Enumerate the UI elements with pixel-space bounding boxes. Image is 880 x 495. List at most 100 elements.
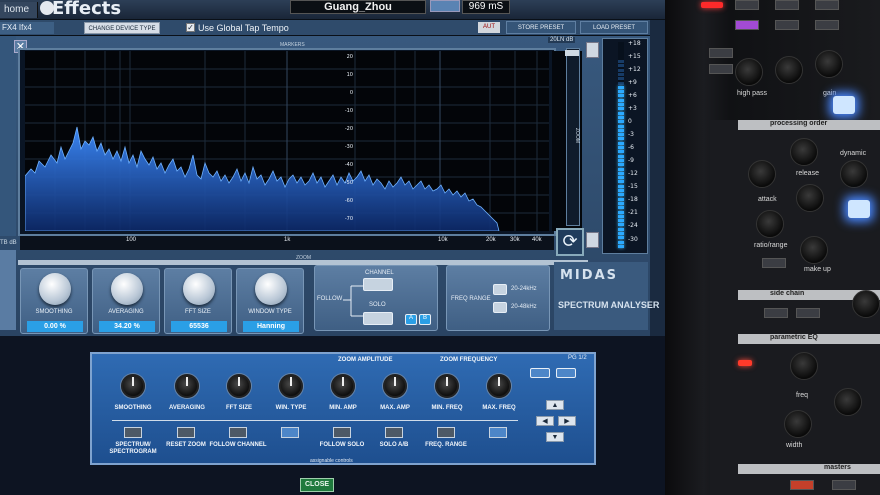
freq-tick: 40k: [532, 237, 542, 243]
hw-button[interactable]: [796, 308, 820, 318]
hw-knob[interactable]: [748, 160, 776, 188]
hw-knob[interactable]: [834, 388, 862, 416]
follow-solo-assign-button[interactable]: [333, 427, 351, 438]
page-button[interactable]: [556, 368, 576, 378]
tap-tempo-checkbox[interactable]: ✓: [186, 23, 195, 32]
max-amp-encoder[interactable]: [383, 374, 407, 398]
meter-led: [618, 133, 624, 137]
nav-up-button[interactable]: ▲: [546, 400, 564, 410]
side-button[interactable]: [586, 232, 599, 248]
window-type-value[interactable]: Hanning: [243, 321, 299, 332]
left-edge-control[interactable]: [0, 250, 16, 330]
unassigned-button[interactable]: [281, 427, 299, 438]
fft-size-encoder[interactable]: [227, 374, 251, 398]
follow-channel-button[interactable]: [363, 278, 393, 291]
side-button[interactable]: [586, 42, 599, 58]
nav-left-button[interactable]: ◀: [536, 416, 554, 426]
nav-down-button[interactable]: ▼: [546, 432, 564, 442]
freq-range-opt2-button[interactable]: [493, 302, 507, 313]
encoder-label: MAX. AMP: [380, 405, 410, 411]
hw-button[interactable]: [790, 480, 814, 490]
follow-solo-button[interactable]: [363, 312, 393, 325]
solo-label: SOLO: [369, 302, 386, 308]
fft-size-knob[interactable]: [183, 273, 215, 305]
hw-knob[interactable]: [790, 138, 818, 166]
hw-button[interactable]: [735, 0, 759, 10]
hw-blue-led[interactable]: [833, 96, 855, 114]
freq-range-assign-button[interactable]: [437, 427, 455, 438]
hw-blue-led[interactable]: [848, 200, 870, 218]
hw-knob[interactable]: [784, 410, 812, 438]
meter-led: [618, 154, 624, 158]
hw-button[interactable]: [832, 480, 856, 490]
meter-led: [618, 146, 624, 149]
hw-knob[interactable]: [756, 210, 784, 238]
meter-led: [618, 115, 624, 119]
nav-right-button[interactable]: ▶: [558, 416, 576, 426]
min-freq-encoder[interactable]: [435, 374, 459, 398]
change-device-type-button[interactable]: CHANGE DEVICE TYPE: [84, 22, 160, 34]
hw-button[interactable]: [775, 0, 799, 10]
averaging-value[interactable]: 34.20 %: [99, 321, 155, 332]
solo-a-button[interactable]: A: [405, 314, 417, 325]
spectrum-spectrogram-button[interactable]: [124, 427, 142, 438]
home-button[interactable]: home: [0, 2, 38, 18]
max-freq-encoder[interactable]: [487, 374, 511, 398]
close-button[interactable]: CLOSE: [300, 478, 334, 492]
smoothing-value[interactable]: 0.00 %: [27, 321, 83, 332]
meter-led: [618, 68, 624, 72]
spectrum-graph[interactable]: [25, 51, 549, 231]
meter-led: [618, 227, 624, 231]
smoothing-knob[interactable]: [39, 273, 71, 305]
top-bar: home Effects Guang_Zhou 969 mS: [0, 0, 665, 20]
hw-button[interactable]: [764, 308, 788, 318]
hw-button[interactable]: [815, 0, 839, 10]
min-amp-encoder[interactable]: [331, 374, 355, 398]
tap-button[interactable]: [430, 0, 460, 12]
frequency-axis: 100 1k 10k 20k 30k 40k: [20, 236, 554, 250]
scale-tick: -50: [344, 180, 353, 186]
meter-led: [618, 107, 624, 111]
meter-led: [618, 60, 624, 63]
hw-button[interactable]: [762, 258, 786, 268]
hw-knob[interactable]: [800, 236, 828, 264]
meter-tick: 0: [628, 118, 632, 125]
smoothing-encoder[interactable]: [121, 374, 145, 398]
load-preset-button[interactable]: LOAD PRESET: [580, 21, 648, 34]
hw-knob[interactable]: [815, 50, 843, 78]
unassigned-button[interactable]: [489, 427, 507, 438]
solo-ab-button[interactable]: [385, 427, 403, 438]
meter-led: [618, 85, 624, 89]
encoder-label: WIN. TYPE: [275, 405, 307, 411]
aut-button[interactable]: AUT: [478, 22, 500, 33]
hw-button[interactable]: [775, 20, 799, 30]
hw-knob[interactable]: [852, 290, 880, 318]
freq-range-opt1-button[interactable]: [493, 284, 507, 295]
hw-knob[interactable]: [796, 184, 824, 212]
meter-tick: -12: [628, 170, 638, 177]
hw-button[interactable]: [815, 20, 839, 30]
averaging-encoder[interactable]: [175, 374, 199, 398]
hw-button[interactable]: [735, 20, 759, 30]
fft-size-value[interactable]: 65536: [171, 321, 227, 332]
follow-channel-assign-button[interactable]: [229, 427, 247, 438]
reset-zoom-button[interactable]: [177, 427, 195, 438]
zoom-amplitude-thumb[interactable]: [565, 50, 579, 56]
refresh-icon[interactable]: ⟳: [556, 228, 584, 256]
solo-b-button[interactable]: B: [419, 314, 431, 325]
hw-knob[interactable]: [790, 352, 818, 380]
hw-button[interactable]: [709, 64, 733, 74]
hw-button[interactable]: [709, 48, 733, 58]
page-button[interactable]: [530, 368, 550, 378]
store-preset-button[interactable]: STORE PRESET: [506, 21, 576, 34]
meter-led: [618, 81, 624, 85]
averaging-knob[interactable]: [111, 273, 143, 305]
win-type-encoder[interactable]: [279, 374, 303, 398]
window-type-knob[interactable]: [255, 273, 287, 305]
tap-tempo-label: Use Global Tap Tempo: [198, 23, 289, 33]
encoder-label: SMOOTHING: [114, 405, 152, 411]
side-chain-label: side chain: [770, 290, 805, 297]
hw-knob[interactable]: [775, 56, 803, 84]
hw-knob[interactable]: [840, 160, 868, 188]
hw-knob[interactable]: [735, 58, 763, 86]
